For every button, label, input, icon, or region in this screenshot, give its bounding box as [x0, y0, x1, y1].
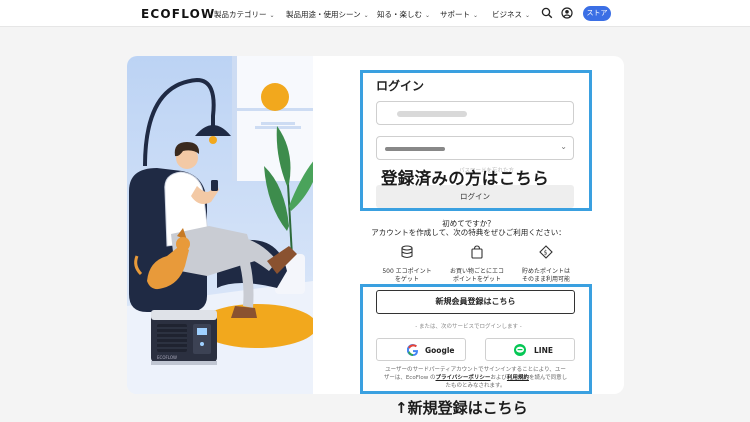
benefit-item: 500 エコポイント をゲット	[367, 244, 447, 284]
nav-item-support[interactable]: サポート ⌄	[440, 9, 478, 20]
chevron-down-icon: ⌄	[525, 12, 531, 19]
coins-icon	[401, 245, 413, 259]
tag-icon: $	[539, 245, 553, 259]
nav-item-categories[interactable]: 製品カテゴリー ⌄	[214, 9, 275, 20]
store-button[interactable]: ストア	[583, 6, 611, 21]
account-icon[interactable]	[561, 7, 573, 19]
shopping-bag-icon	[471, 245, 483, 259]
annotation-new-registration: ↑新規登録はこちら	[395, 399, 528, 417]
chevron-down-icon: ⌄	[269, 12, 275, 19]
highlight-box-register	[360, 284, 592, 394]
nav-item-use-scenes[interactable]: 製品用途・使用シーン ⌄	[286, 9, 369, 20]
nav-item-learn[interactable]: 知る・楽しむ ⌄	[377, 9, 430, 20]
nav-item-business[interactable]: ビジネス ⌄	[492, 9, 530, 20]
svg-text:$: $	[544, 249, 548, 256]
benefits-intro: アカウントを作成して、次の特典をぜひご利用ください：	[371, 228, 566, 237]
search-icon[interactable]	[541, 7, 553, 19]
chevron-down-icon: ⌄	[363, 12, 369, 19]
chevron-down-icon: ⌄	[425, 12, 431, 19]
top-nav: ECOFLOW 製品カテゴリー ⌄ 製品用途・使用シーン ⌄ 知る・楽しむ ⌄ サポー…	[0, 0, 750, 27]
chevron-down-icon: ⌄	[473, 12, 479, 19]
svg-text:ECOFLOW: ECOFLOW	[157, 355, 177, 360]
highlight-box-login	[360, 70, 592, 211]
ecoflow-logo[interactable]: ECOFLOW	[141, 7, 215, 21]
benefit-item: お買い物ごとにエコ ポイントをゲット	[437, 244, 517, 284]
benefit-item: $ 貯めたポイントは そのまま利用可能	[506, 244, 586, 284]
hero-illustration: ECOFLOW	[127, 56, 313, 394]
